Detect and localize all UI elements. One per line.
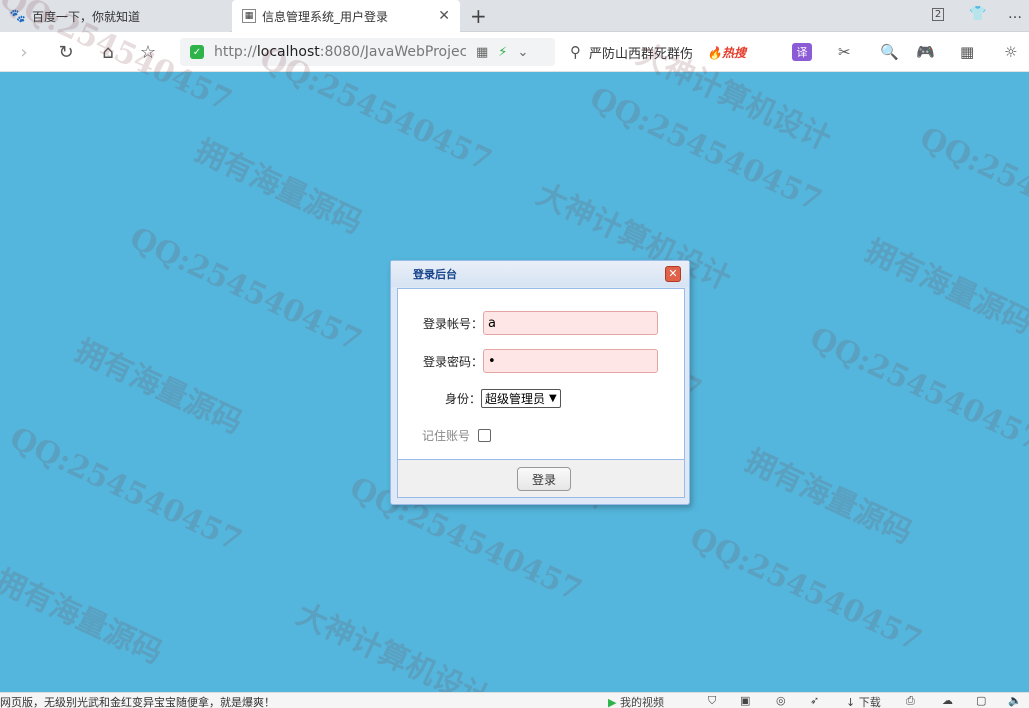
login-button[interactable]: 登录 bbox=[517, 467, 571, 491]
watermark: QQ:254540457 bbox=[914, 120, 1029, 259]
watermark: QQ:254540457 bbox=[124, 220, 367, 359]
password-label: 登录密码： bbox=[422, 354, 483, 369]
watermark: 拥有海量源码 bbox=[859, 233, 1029, 342]
volume-icon[interactable]: 🔈 bbox=[1008, 694, 1022, 707]
url-text[interactable]: http://localhost:8080/JavaWebProject bbox=[214, 44, 466, 60]
remember-row: 记住账号 bbox=[422, 427, 492, 444]
window-icon[interactable]: ▢ bbox=[976, 694, 986, 707]
refresh-icon[interactable]: ↻ bbox=[54, 40, 78, 64]
remember-label: 记住账号 bbox=[422, 429, 471, 443]
download-link[interactable]: ↓ 下载 bbox=[846, 694, 881, 708]
chevron-down-icon[interactable]: ⌄ bbox=[517, 45, 528, 60]
magnifier-tool-icon[interactable]: 🔍 bbox=[880, 42, 899, 62]
gamepad-icon[interactable]: 🎮 bbox=[916, 42, 935, 62]
lightning-icon[interactable]: ⚡ bbox=[498, 45, 507, 60]
watermark: QQ:254540457 bbox=[804, 320, 1029, 459]
password-row: 登录密码： • bbox=[422, 349, 658, 373]
download-icon: ↓ bbox=[846, 696, 856, 708]
my-video-link[interactable]: ▶ 我的视频 bbox=[608, 694, 664, 708]
search-box[interactable]: ⚲ 严防山西群死群伤 🔥热搜 bbox=[570, 38, 780, 66]
ad-message[interactable]: 网页版，无级别光武和金红变异宝宝随便拿，就是爆爽！ bbox=[0, 694, 275, 708]
chevron-down-icon: ▼ bbox=[549, 393, 557, 404]
print-icon[interactable]: ⎙ bbox=[906, 694, 915, 708]
tab-strip: 🐾 百度一下，你就知道 ▦ 信息管理系统_用户登录 ✕ + 2 👕 … bbox=[0, 0, 1029, 32]
account-label: 登录帐号： bbox=[422, 316, 483, 331]
navigation-bar: › ↻ ⌂ ☆ ✓ http://localhost:8080/JavaWebP… bbox=[0, 32, 1029, 72]
game-icon[interactable]: ◎ bbox=[776, 694, 786, 707]
dialog-title: 登录后台 bbox=[391, 261, 689, 287]
watermark: QQ:254540457 bbox=[4, 420, 247, 559]
qr-code-icon[interactable]: ▦ bbox=[476, 45, 488, 60]
video-icon: ▶ bbox=[608, 696, 617, 708]
tab-title: 信息管理系统_用户登录 bbox=[262, 9, 389, 24]
forward-icon[interactable]: › bbox=[12, 40, 36, 64]
password-input[interactable]: • bbox=[483, 349, 658, 373]
apps-grid-icon[interactable]: ▦ bbox=[960, 42, 974, 62]
login-dialog: 登录后台 ✕ 登录帐号： a 登录密码： • 身份： 超级管理员 ▼ 记住账号 登… bbox=[390, 260, 690, 505]
cloud-icon[interactable]: ☁ bbox=[942, 694, 953, 707]
settings-sun-icon[interactable]: ☼ bbox=[1004, 42, 1017, 62]
hot-search-label[interactable]: 🔥热搜 bbox=[707, 44, 746, 61]
new-tab-button[interactable]: + bbox=[470, 4, 487, 28]
page-thumbnail-icon: ▦ bbox=[242, 9, 256, 23]
rocket-icon[interactable]: ➶ bbox=[810, 694, 819, 707]
watermark: 拥有海量源码 bbox=[69, 333, 248, 442]
tab-title: 百度一下，你就知道 bbox=[32, 9, 141, 24]
watermark: QQ:254540457 bbox=[584, 80, 827, 219]
window-more-icon[interactable]: … bbox=[1005, 4, 1025, 24]
translate-icon[interactable]: 译 bbox=[792, 43, 812, 61]
secure-shield-icon: ✓ bbox=[190, 45, 204, 59]
role-select[interactable]: 超级管理员 ▼ bbox=[481, 389, 561, 408]
role-row: 身份： 超级管理员 ▼ bbox=[422, 389, 561, 408]
watermark: 拥有海量源码 bbox=[739, 443, 918, 552]
login-form: 登录帐号： a 登录密码： • 身份： 超级管理员 ▼ 记住账号 bbox=[397, 288, 685, 460]
status-bar: 网页版，无级别光武和金红变异宝宝随便拿，就是爆爽！ ▶ 我的视频 ⛉ ▣ ◎ ➶… bbox=[0, 692, 1029, 708]
close-icon[interactable]: ✕ bbox=[665, 266, 681, 282]
account-input[interactable]: a bbox=[483, 311, 658, 335]
baidu-paw-icon: 🐾 bbox=[9, 8, 27, 24]
home-icon[interactable]: ⌂ bbox=[96, 40, 120, 64]
tab-baidu[interactable]: 🐾 百度一下，你就知道 bbox=[0, 0, 230, 32]
role-label: 身份： bbox=[444, 392, 481, 406]
shield-icon[interactable]: ⛉ bbox=[708, 694, 716, 708]
account-row: 登录帐号： a bbox=[422, 311, 658, 335]
address-bar[interactable]: ✓ http://localhost:8080/JavaWebProject ▦… bbox=[180, 38, 555, 66]
search-icon: ⚲ bbox=[570, 43, 581, 61]
tab-count-icon[interactable]: 2 bbox=[928, 4, 948, 24]
search-query[interactable]: 严防山西群死群伤 bbox=[589, 43, 697, 62]
remember-checkbox[interactable] bbox=[478, 429, 492, 442]
close-tab-icon[interactable]: ✕ bbox=[438, 8, 450, 24]
watermark: 大神计算机设计 bbox=[290, 596, 497, 708]
watermark: QQ:254540457 bbox=[684, 520, 927, 659]
tab-login[interactable]: ▦ 信息管理系统_用户登录 ✕ bbox=[232, 0, 460, 32]
scissors-icon[interactable]: ✂ bbox=[838, 42, 851, 62]
image-icon[interactable]: ▣ bbox=[740, 694, 750, 707]
star-icon[interactable]: ☆ bbox=[136, 40, 160, 64]
skin-shirt-icon[interactable]: 👕 bbox=[968, 4, 988, 24]
watermark: 拥有海量源码 bbox=[189, 133, 368, 242]
watermark: 拥有海量源码 bbox=[0, 563, 168, 672]
dialog-footer: 登录 bbox=[397, 460, 685, 498]
